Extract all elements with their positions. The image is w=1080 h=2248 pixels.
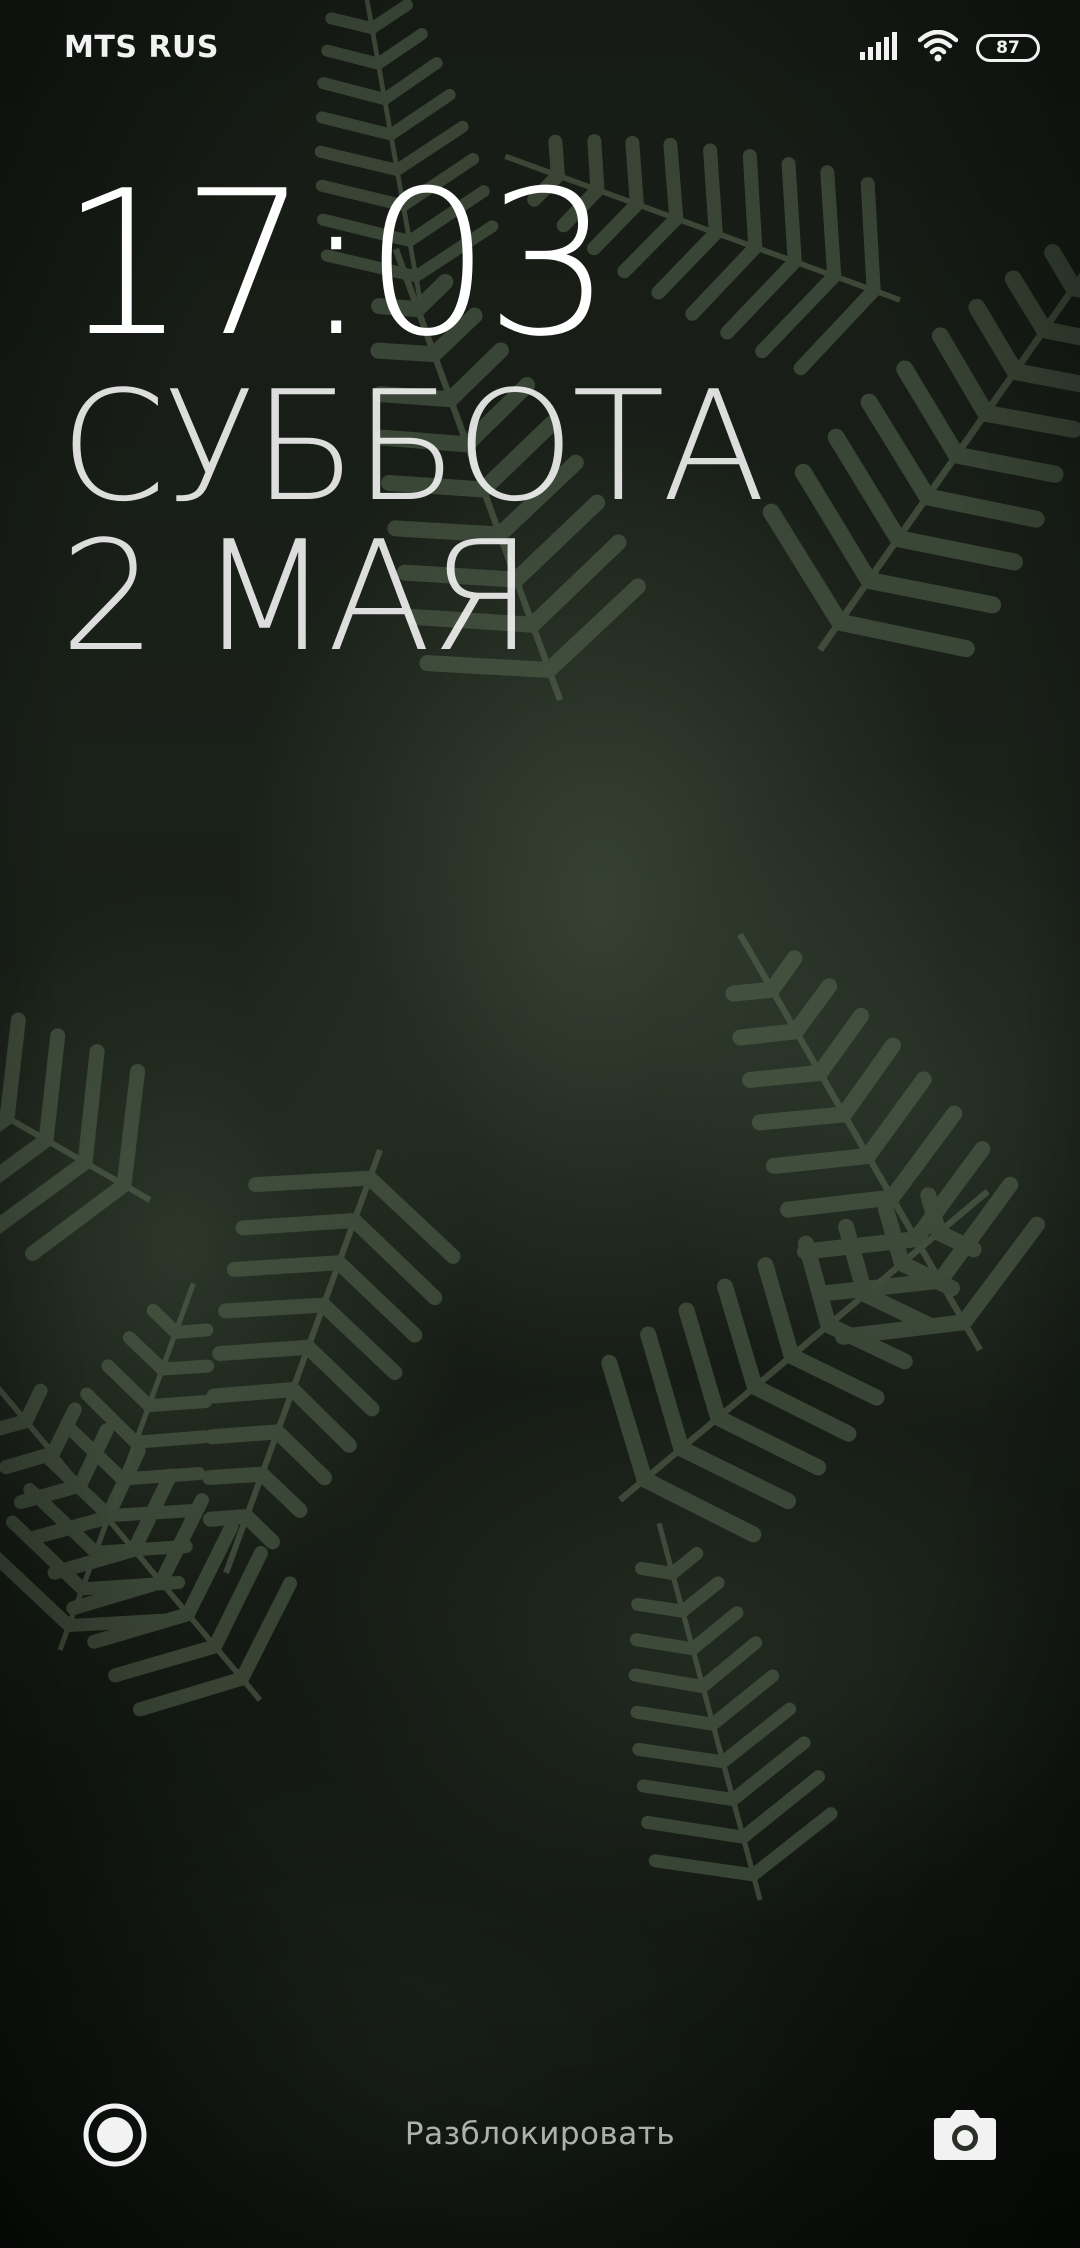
signal-icon — [860, 32, 900, 64]
battery-icon: 87 — [976, 34, 1040, 62]
carrier-name: MTS RUS — [64, 30, 219, 65]
lock-screen: MTS RUS 87 17:03 СУББОТА 2 МАЯ Разблокир… — [0, 0, 1080, 2248]
camera-icon — [934, 2110, 996, 2160]
camera-shortcut-button[interactable] — [932, 2104, 998, 2164]
wifi-icon — [917, 29, 959, 66]
lock-time: 17:03 — [60, 148, 612, 381]
unlock-hint[interactable]: Разблокировать — [0, 2116, 1080, 2152]
status-bar: MTS RUS 87 — [0, 0, 1080, 96]
lock-date: 2 МАЯ — [60, 508, 534, 685]
lock-weekday: СУББОТА — [60, 358, 766, 535]
battery-level: 87 — [996, 37, 1020, 58]
clock-widget: 17:03 СУББОТА 2 МАЯ — [60, 148, 766, 685]
lock-bottom-bar: Разблокировать — [0, 2090, 1080, 2180]
status-icons: 87 — [860, 28, 1040, 68]
